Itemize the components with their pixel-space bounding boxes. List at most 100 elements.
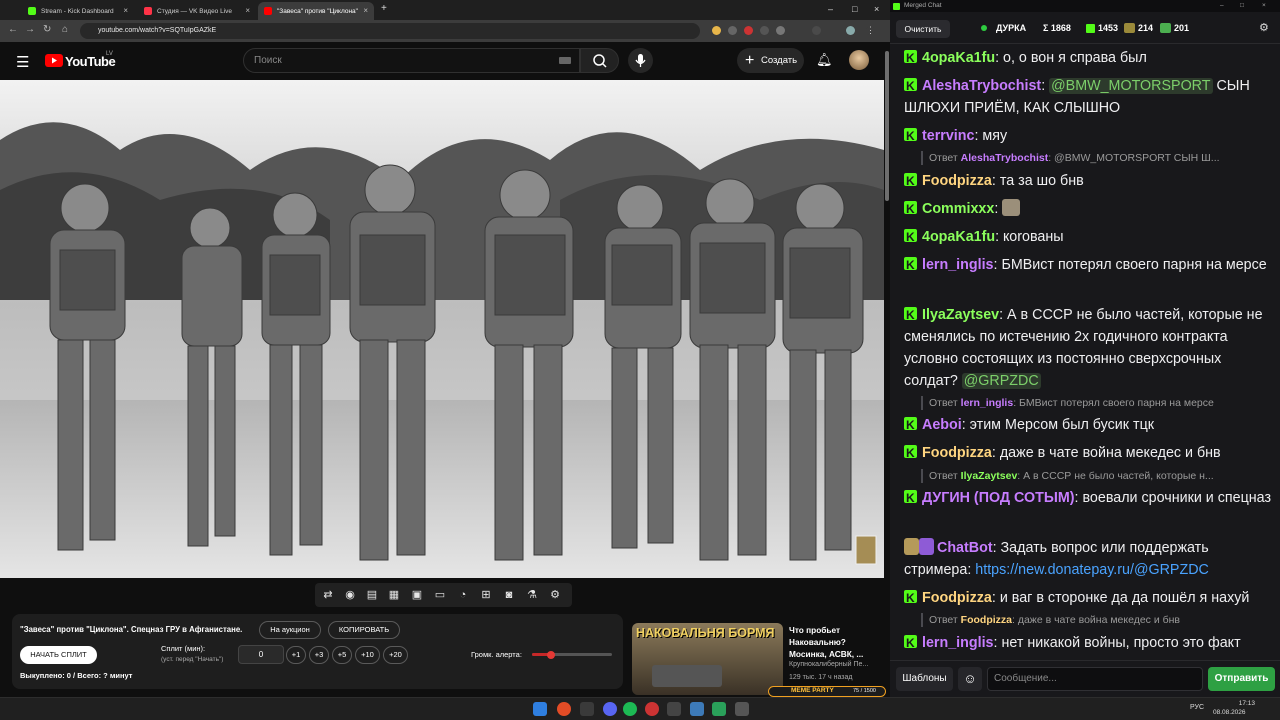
close-window-icon[interactable]: × bbox=[1262, 0, 1266, 12]
live-dot-icon bbox=[981, 25, 987, 31]
increment-1-button[interactable]: +1 bbox=[286, 646, 306, 664]
extension-icon[interactable] bbox=[712, 26, 721, 35]
alert-volume-label: Громк. алерта: bbox=[471, 650, 522, 659]
screenshot-icon[interactable]: ◙ bbox=[502, 588, 516, 602]
increment-5-button[interactable]: +5 bbox=[332, 646, 352, 664]
templates-button[interactable]: Шаблоны bbox=[896, 667, 953, 691]
avatar[interactable] bbox=[849, 50, 869, 70]
keyboard-icon[interactable] bbox=[559, 57, 571, 64]
search-input[interactable]: Поиск bbox=[243, 48, 580, 73]
notifications-bell-icon[interactable]: 🔔︎ bbox=[816, 52, 833, 68]
reload-icon[interactable]: ↻ bbox=[43, 24, 51, 35]
theater-icon[interactable]: ▭ bbox=[433, 588, 447, 602]
lab-icon[interactable]: ⚗ bbox=[525, 588, 539, 602]
increment-3-button[interactable]: +3 bbox=[309, 646, 329, 664]
alert-volume-slider[interactable] bbox=[532, 650, 612, 659]
kick-icon bbox=[904, 125, 917, 147]
recommendation-thumbnail[interactable]: НАКОВАЛЬНЯ БОРМЯ bbox=[632, 623, 783, 695]
discord-icon[interactable] bbox=[603, 702, 617, 716]
chrome-icon[interactable] bbox=[557, 702, 571, 716]
video-player[interactable] bbox=[0, 80, 884, 578]
reply-preview[interactable]: Ответ AleshaTrybochist: @BMW_MOTORSPORT … bbox=[921, 151, 1269, 165]
minimize-icon[interactable]: – bbox=[1220, 0, 1224, 12]
clip-icon[interactable]: ▦ bbox=[387, 588, 401, 602]
close-tab-icon[interactable]: × bbox=[245, 6, 250, 15]
message-input[interactable]: Сообщение... bbox=[987, 667, 1203, 691]
broadcast-icon[interactable]: ◉ bbox=[343, 588, 357, 602]
maximize-icon[interactable]: □ bbox=[852, 4, 857, 14]
start-split-button[interactable]: НАЧАТЬ СПЛИТ bbox=[20, 646, 97, 664]
clock-time[interactable]: 17:13 bbox=[1225, 700, 1255, 707]
maximize-icon[interactable]: □ bbox=[1240, 0, 1244, 12]
auction-button[interactable]: На аукцион bbox=[259, 621, 321, 639]
chat-titlebar: Merged Chat – □ × bbox=[890, 0, 1280, 12]
increment-20-button[interactable]: +20 bbox=[383, 646, 408, 664]
loop-icon[interactable]: ⇄ bbox=[321, 588, 335, 602]
playlist-icon[interactable]: ▤ bbox=[365, 588, 379, 602]
chat-message: Commixxx: bbox=[904, 198, 1274, 220]
reply-preview[interactable]: Ответ lern_inglis: БМВист потерял своего… bbox=[921, 396, 1269, 410]
reply-preview[interactable]: Ответ IlyaZaytsev: А в СССР не было част… bbox=[921, 469, 1269, 483]
menu-icon[interactable]: ⋮ bbox=[866, 26, 875, 35]
search-button[interactable] bbox=[580, 48, 619, 73]
tab-vk-studio[interactable]: Студия — VK Видео Live × bbox=[138, 2, 256, 20]
settings-gear-icon[interactable]: ⚙ bbox=[548, 588, 562, 602]
extension-icon[interactable] bbox=[776, 26, 785, 35]
home-icon[interactable]: ⌂ bbox=[62, 24, 68, 35]
mention[interactable]: @BMW_MOTORSPORT bbox=[1049, 78, 1213, 94]
recommendation-channel[interactable]: Крупнокалиберный Пе... bbox=[789, 661, 868, 668]
close-window-icon[interactable]: × bbox=[874, 4, 879, 14]
hamburger-icon[interactable]: ☰ bbox=[16, 53, 29, 71]
chat-message: lern_inglis: нет никакой войны, просто э… bbox=[904, 632, 1274, 654]
increment-10-button[interactable]: +10 bbox=[355, 646, 380, 664]
url-input[interactable]: youtube.com/watch?v=SQTuIpGAZkE bbox=[80, 23, 700, 39]
back-icon[interactable]: ← bbox=[8, 24, 18, 35]
new-tab-button[interactable]: + bbox=[381, 3, 387, 14]
create-button[interactable]: + Создать bbox=[737, 48, 804, 73]
app-icon[interactable] bbox=[645, 702, 659, 716]
extension-icon[interactable] bbox=[728, 26, 737, 35]
chat-message: ChatBot: Задать вопрос или поддержать ст… bbox=[904, 538, 1209, 578]
copy-button[interactable]: КОПИРОВАТЬ bbox=[328, 621, 400, 639]
speed-icon[interactable]: ◔ bbox=[456, 588, 470, 602]
emoji-button[interactable]: ☺ bbox=[958, 667, 982, 691]
kick-icon bbox=[904, 75, 917, 97]
close-tab-icon[interactable]: × bbox=[123, 6, 128, 15]
spotify-icon[interactable] bbox=[623, 702, 637, 716]
clear-button[interactable]: Очистить bbox=[896, 20, 950, 38]
app-icon[interactable] bbox=[712, 702, 726, 716]
app-icon[interactable] bbox=[580, 702, 594, 716]
start-icon[interactable] bbox=[533, 702, 547, 716]
settings-gear-icon[interactable]: ⚙ bbox=[1259, 21, 1269, 34]
app-icon[interactable] bbox=[667, 702, 681, 716]
extension-icon[interactable] bbox=[744, 26, 753, 35]
close-tab-icon[interactable]: × bbox=[363, 6, 368, 15]
clock-date[interactable]: 08.08.2026 bbox=[1213, 709, 1246, 716]
forward-icon[interactable]: → bbox=[25, 24, 35, 35]
mention[interactable]: @GRPZDC bbox=[961, 373, 1041, 389]
add-note-icon[interactable]: ⊞ bbox=[479, 588, 493, 602]
kick-icon bbox=[904, 414, 917, 436]
region-code: LV bbox=[106, 51, 113, 57]
send-button[interactable]: Отправить bbox=[1208, 667, 1275, 691]
extension-icon[interactable] bbox=[760, 26, 769, 35]
voice-search-button[interactable] bbox=[628, 48, 653, 73]
tab-youtube-video[interactable]: "Завеса" против "Циклона" × bbox=[258, 2, 374, 20]
video-frame-soldiers bbox=[0, 80, 884, 578]
vk-icon bbox=[144, 7, 152, 15]
tab-kick-dashboard[interactable]: Stream - Kick Dashboard × bbox=[22, 2, 134, 20]
youtube-logo-icon[interactable] bbox=[45, 54, 63, 67]
app-icon[interactable] bbox=[735, 702, 749, 716]
language-indicator[interactable]: РУС bbox=[1190, 704, 1204, 711]
chat-message: 4opaKa1fu: о, о вон я справа был bbox=[904, 47, 1274, 69]
donate-link[interactable]: https://new.donatepay.ru/@GRPZDC bbox=[975, 562, 1209, 578]
app-icon[interactable] bbox=[690, 702, 704, 716]
frame-icon[interactable]: ▣ bbox=[410, 588, 424, 602]
download-icon[interactable] bbox=[812, 26, 821, 35]
minimize-icon[interactable]: – bbox=[828, 4, 833, 14]
split-minutes-input[interactable]: 0 bbox=[238, 645, 284, 664]
recommendation-title[interactable]: Что пробьет Наковальню? Мосинка, АСВК, .… bbox=[789, 624, 881, 660]
profile-icon[interactable] bbox=[846, 26, 855, 35]
reply-preview[interactable]: Ответ Foodpizza: даже в чате война мекед… bbox=[921, 613, 1269, 627]
alert-volume-thumb[interactable] bbox=[547, 650, 555, 659]
